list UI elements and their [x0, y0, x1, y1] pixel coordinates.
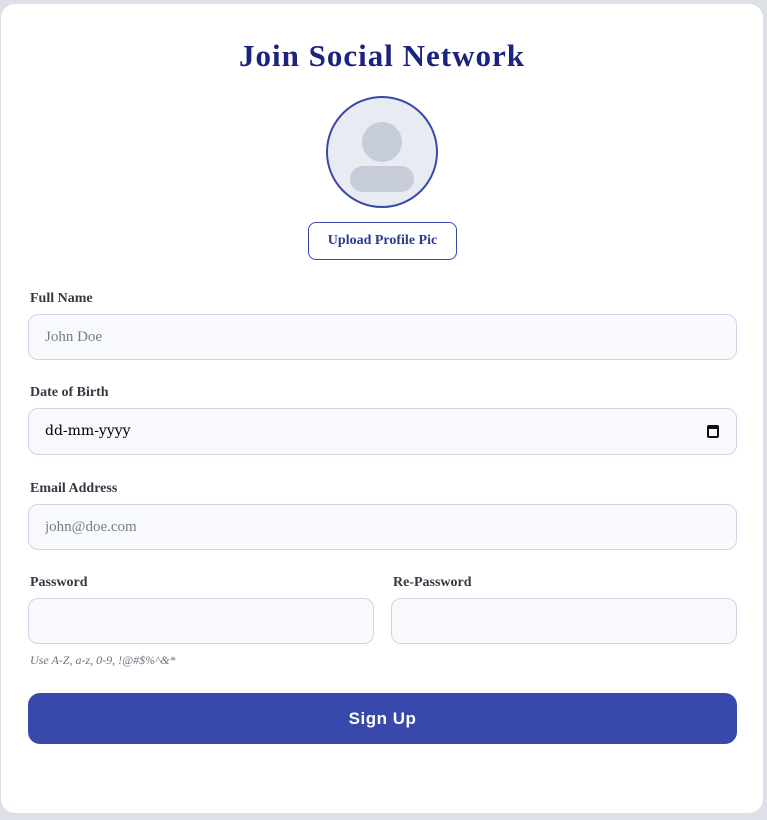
upload-profile-pic-button[interactable]: Upload Profile Pic: [308, 222, 457, 260]
password-input[interactable]: [28, 598, 374, 644]
repassword-label: Re-Password: [393, 575, 472, 590]
calendar-icon[interactable]: [707, 425, 719, 438]
password-hint: Use A-Z, a-z, 0-9, !@#$%^&*: [30, 653, 176, 667]
signup-card: Join Social Network Upload Profile Pic F…: [1, 4, 763, 813]
full-name-input[interactable]: [28, 314, 737, 360]
page-title: Join Social Network: [239, 38, 525, 73]
password-label: Password: [30, 575, 88, 590]
full-name-label: Full Name: [30, 291, 93, 306]
dob-label: Date of Birth: [30, 385, 109, 400]
email-input[interactable]: [28, 504, 737, 550]
email-label: Email Address: [30, 481, 118, 496]
avatar-head-shape: [362, 122, 402, 162]
dob-placeholder: dd-mm-yyyy: [45, 423, 131, 439]
profile-avatar: [326, 96, 438, 208]
dob-input[interactable]: dd-mm-yyyy: [28, 408, 737, 455]
avatar-body-shape: [350, 166, 414, 192]
repassword-input[interactable]: [391, 598, 737, 644]
sign-up-button[interactable]: Sign Up: [28, 693, 737, 744]
